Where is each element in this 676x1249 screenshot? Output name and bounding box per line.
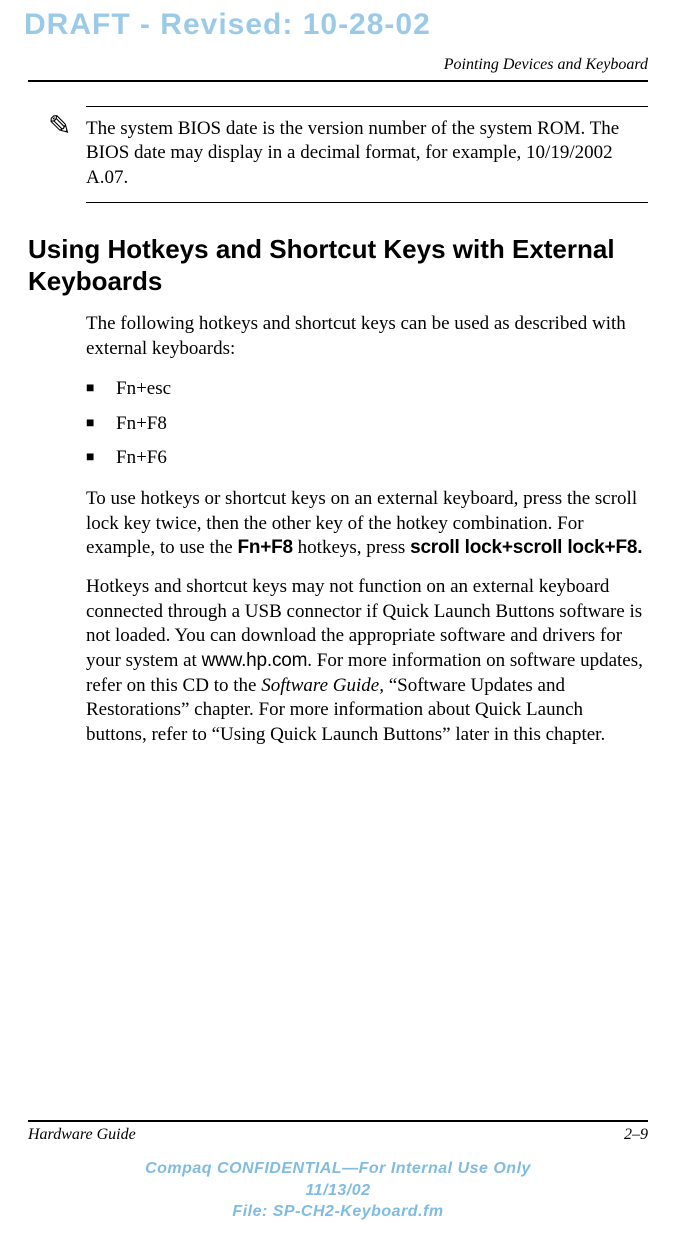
draft-watermark: DRAFT - Revised: 10-28-02: [24, 8, 431, 42]
hotkey-list: Fn+esc Fn+F8 Fn+F6: [86, 375, 648, 473]
confidential-file: File: SP-CH2-Keyboard.fm: [28, 1201, 648, 1223]
page-header: Pointing Devices and Keyboard: [28, 56, 648, 82]
header-rule: [28, 80, 648, 82]
pencil-icon: ✎: [48, 113, 71, 141]
list-item: Fn+F8: [86, 410, 648, 439]
key-label: scroll lock+scroll lock+F8.: [410, 537, 642, 558]
footer-left: Hardware Guide: [28, 1126, 136, 1144]
note-text: The system BIOS date is the version numb…: [86, 117, 648, 190]
section-heading: Using Hotkeys and Shortcut Keys with Ext…: [28, 233, 648, 298]
footer-row: Hardware Guide 2–9: [28, 1126, 648, 1144]
paragraph: Hotkeys and shortcut keys may not functi…: [86, 575, 648, 748]
running-title: Pointing Devices and Keyboard: [28, 56, 648, 74]
confidential-block: Compaq CONFIDENTIAL—For Internal Use Onl…: [28, 1158, 648, 1223]
footer-rule: [28, 1120, 648, 1122]
section-body: The following hotkeys and shortcut keys …: [86, 312, 648, 748]
confidential-line: Compaq CONFIDENTIAL—For Internal Use Onl…: [28, 1158, 648, 1180]
list-item: Fn+F6: [86, 444, 648, 473]
paragraph: To use hotkeys or shortcut keys on an ex…: [86, 487, 648, 561]
confidential-date: 11/13/02: [28, 1180, 648, 1202]
document-page: DRAFT - Revised: 10-28-02 Pointing Devic…: [0, 0, 676, 1249]
key-label: Fn+F8: [237, 537, 292, 558]
page-footer: Hardware Guide 2–9 Compaq CONFIDENTIAL—F…: [28, 1120, 648, 1223]
note-block: ✎ The system BIOS date is the version nu…: [86, 106, 648, 203]
page-content: ✎ The system BIOS date is the version nu…: [28, 100, 648, 762]
list-item: Fn+esc: [86, 375, 648, 404]
page-number: 2–9: [624, 1126, 648, 1144]
text-run: hotkeys, press: [293, 537, 410, 558]
url-text: www.hp.com: [202, 650, 308, 671]
intro-paragraph: The following hotkeys and shortcut keys …: [86, 312, 648, 361]
italic-title: Software Guide,: [261, 675, 384, 696]
